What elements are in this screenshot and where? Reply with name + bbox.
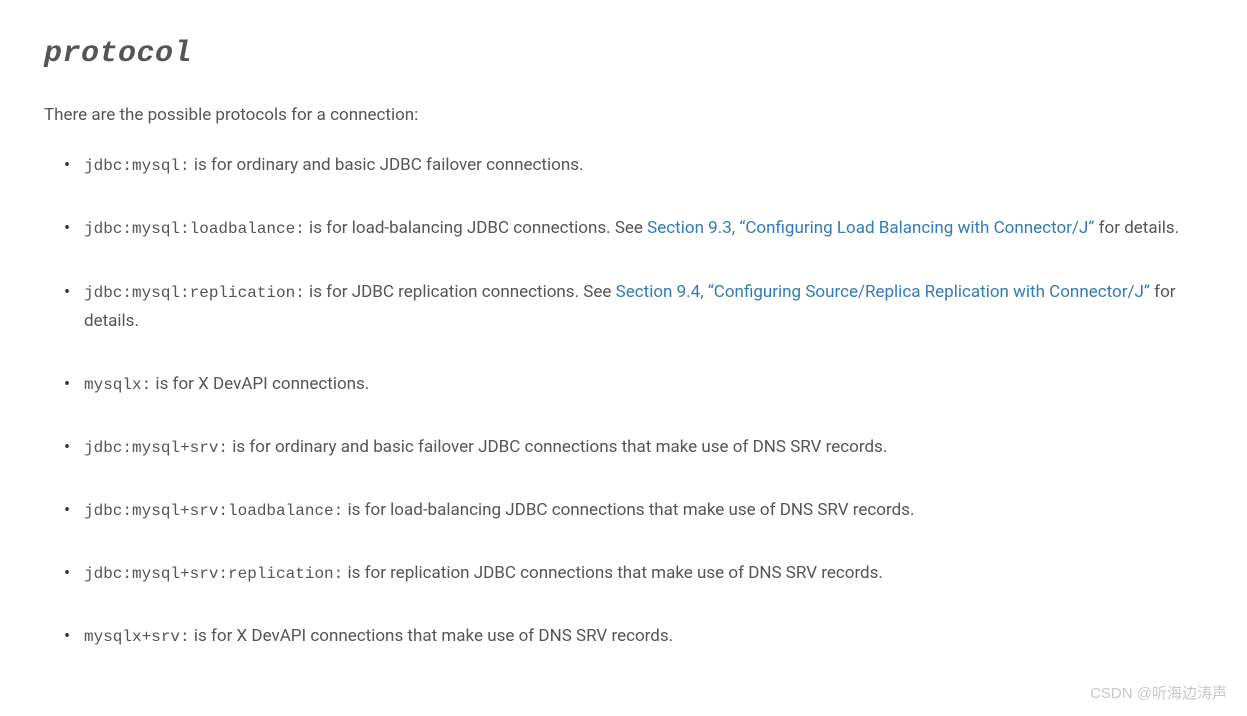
item-text: is for X DevAPI connections. xyxy=(151,374,369,394)
section-link[interactable]: Section 9.4, “Configuring Source/Replica… xyxy=(616,282,1150,302)
list-item: mysqlx+srv: is for X DevAPI connections … xyxy=(84,622,1203,651)
item-text: is for JDBC replication connections. See xyxy=(305,282,616,302)
protocol-code: mysqlx+srv: xyxy=(84,628,190,646)
protocol-code: jdbc:mysql:replication: xyxy=(84,284,305,302)
item-text: is for X DevAPI connections that make us… xyxy=(190,626,674,646)
list-item: jdbc:mysql:replication: is for JDBC repl… xyxy=(84,278,1203,336)
intro-text: There are the possible protocols for a c… xyxy=(44,102,1203,129)
list-item: jdbc:mysql: is for ordinary and basic JD… xyxy=(84,151,1203,180)
list-item: mysqlx: is for X DevAPI connections. xyxy=(84,370,1203,399)
list-item: jdbc:mysql+srv: is for ordinary and basi… xyxy=(84,433,1203,462)
section-heading: protocol xyxy=(44,30,1203,78)
protocol-code: jdbc:mysql+srv:replication: xyxy=(84,565,343,583)
list-item: jdbc:mysql:loadbalance: is for load-bala… xyxy=(84,214,1203,243)
protocol-code: jdbc:mysql+srv:loadbalance: xyxy=(84,502,343,520)
protocol-code: mysqlx: xyxy=(84,376,151,394)
item-text: is for load-balancing JDBC connections. … xyxy=(305,218,647,238)
item-text: is for ordinary and basic failover JDBC … xyxy=(228,437,887,457)
item-text: is for replication JDBC connections that… xyxy=(343,563,883,583)
protocol-code: jdbc:mysql: xyxy=(84,157,190,175)
item-text: is for load-balancing JDBC connections t… xyxy=(343,500,914,520)
item-text: is for ordinary and basic JDBC failover … xyxy=(190,155,584,175)
protocol-list: jdbc:mysql: is for ordinary and basic JD… xyxy=(44,151,1203,651)
list-item: jdbc:mysql+srv:loadbalance: is for load-… xyxy=(84,496,1203,525)
section-link[interactable]: Section 9.3, “Configuring Load Balancing… xyxy=(647,218,1094,238)
list-item: jdbc:mysql+srv:replication: is for repli… xyxy=(84,559,1203,588)
item-text-after: for details. xyxy=(1094,218,1179,238)
protocol-code: jdbc:mysql+srv: xyxy=(84,439,228,457)
protocol-code: jdbc:mysql:loadbalance: xyxy=(84,220,305,238)
